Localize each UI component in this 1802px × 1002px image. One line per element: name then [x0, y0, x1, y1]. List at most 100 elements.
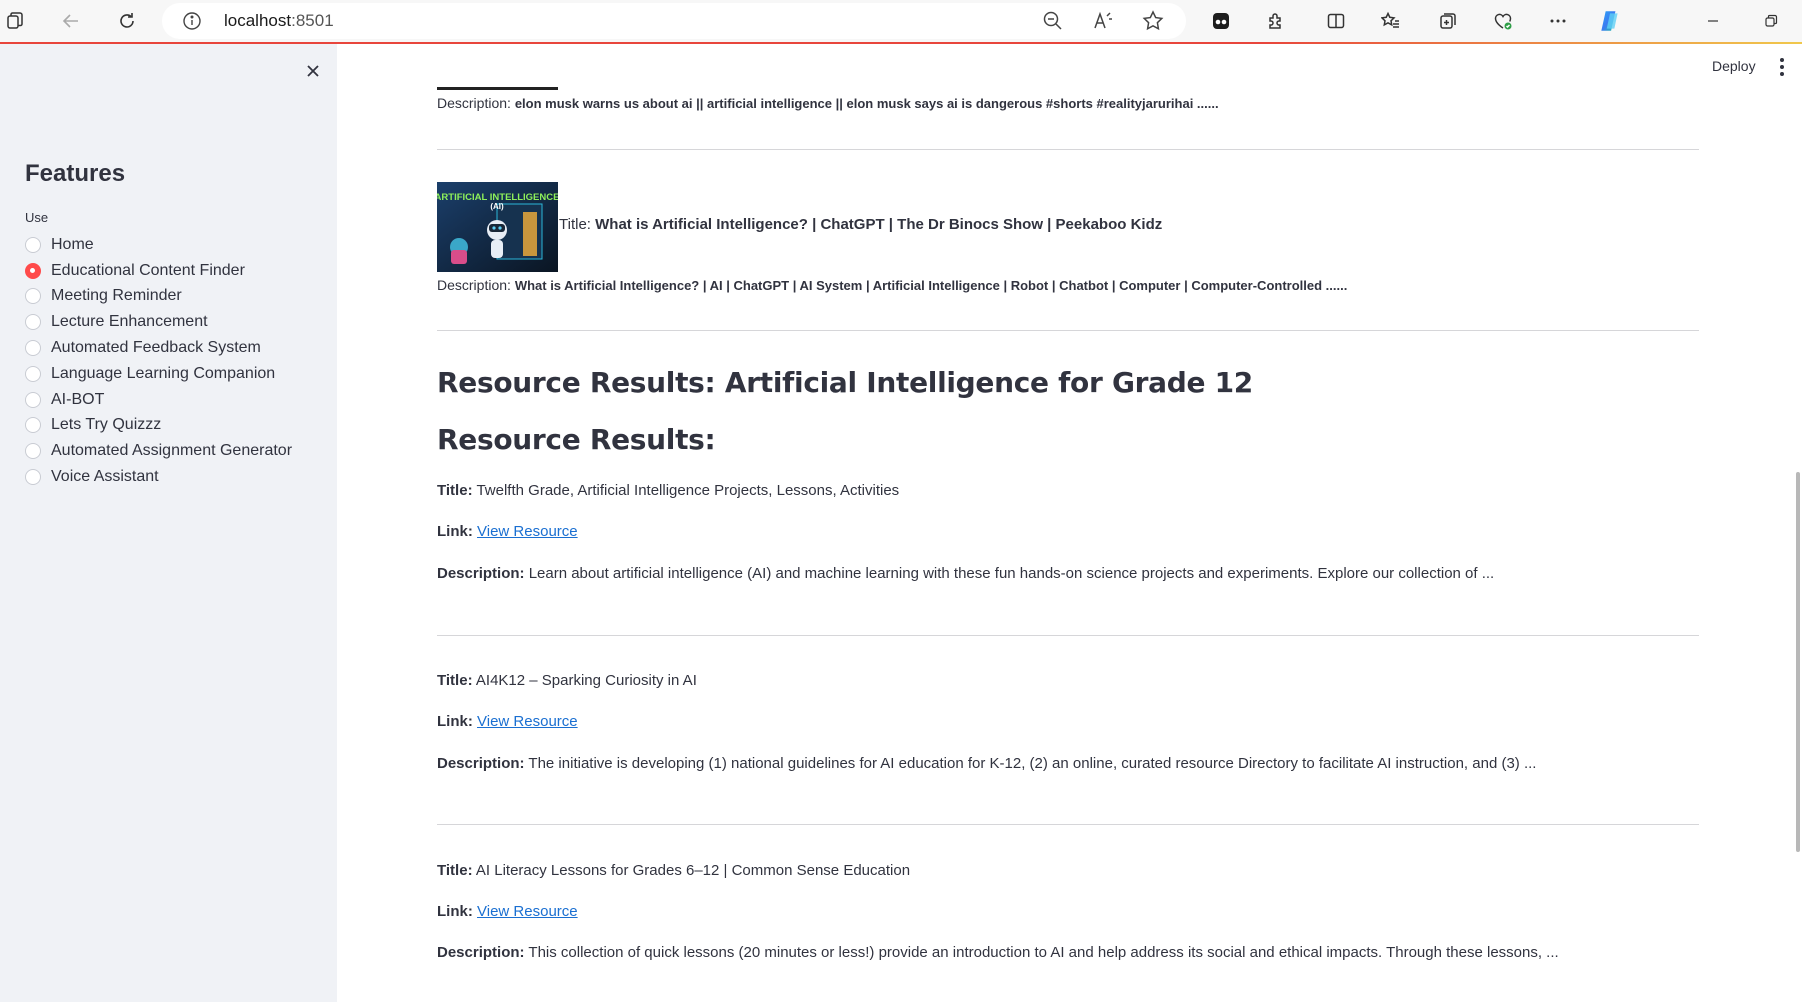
thumbnail-subtitle: (AI) [490, 202, 504, 211]
close-sidebar-icon[interactable] [300, 58, 326, 84]
video-description: Description: What is Artificial Intellig… [437, 277, 1347, 293]
radio-unselected-icon[interactable] [25, 443, 41, 460]
radio-option-lecture-enhancement[interactable]: Lecture Enhancement [25, 309, 292, 335]
radio-option-language-learning-companion[interactable]: Language Learning Companion [25, 361, 292, 387]
browser-essentials-icon[interactable] [1488, 6, 1518, 36]
main-content: Deploy Description: elon musk warns us a… [337, 44, 1802, 1002]
radio-group-label: Use [25, 210, 49, 225]
more-options-icon[interactable] [1543, 6, 1573, 36]
favorite-star-icon[interactable] [1142, 10, 1164, 32]
resource-link: Link: View Resource [437, 903, 578, 920]
resource-description-text: Learn about artificial intelligence (AI)… [528, 565, 1495, 582]
resource-description-text: The initiative is developing (1) nationa… [528, 755, 1537, 772]
radio-option-educational-content-finder[interactable]: Educational Content Finder [25, 258, 292, 284]
restore-icon[interactable] [1758, 8, 1784, 34]
resource-link: Link: View Resource [437, 523, 578, 540]
resource-title: Title: AI Literacy Lessons for Grades 6–… [437, 862, 910, 879]
radio-option-automated-feedback-system[interactable]: Automated Feedback System [25, 335, 292, 361]
radio-unselected-icon[interactable] [25, 288, 41, 305]
video-title[interactable]: Title: What is Artificial Intelligence? … [559, 216, 1162, 233]
extension-app-icon[interactable] [1206, 6, 1236, 36]
divider [437, 824, 1699, 825]
radio-option-label: Automated Assignment Generator [51, 442, 293, 460]
view-resource-link[interactable]: View Resource [477, 903, 578, 920]
description-text: elon musk warns us about ai || artificia… [514, 96, 1219, 111]
divider [437, 330, 1699, 331]
radio-option-home[interactable]: Home [25, 232, 292, 258]
favorites-list-icon[interactable] [1376, 6, 1406, 36]
radio-unselected-icon[interactable] [25, 391, 41, 408]
resource-results-topic-heading: Resource Results: Artificial Intelligenc… [437, 366, 1253, 399]
resource-title-text: AI Literacy Lessons for Grades 6–12 | Co… [475, 862, 911, 879]
description-text: What is Artificial Intelligence? | AI | … [514, 278, 1348, 293]
scrollbar[interactable] [1796, 472, 1800, 852]
refresh-icon[interactable] [112, 6, 142, 36]
resource-description: Description: This collection of quick le… [437, 944, 1559, 961]
description-prefix: Description: [437, 277, 515, 293]
extensions-puzzle-icon[interactable] [1261, 6, 1291, 36]
title-label: Title: [437, 672, 473, 689]
description-prefix: Description: [437, 95, 515, 111]
url-port: :8501 [291, 11, 334, 30]
description-label: Description: [437, 755, 525, 772]
address-bar[interactable]: localhost:8501 [162, 3, 1186, 39]
radio-option-ai-bot[interactable]: AI-BOT [25, 387, 292, 413]
video-thumbnail[interactable]: ARTIFICIAL INTELLIGENCE (AI) [437, 182, 558, 272]
resource-title-text: Twelfth Grade, Artificial Intelligence P… [476, 482, 900, 499]
sidebar: Features Use Home Educational Content Fin… [0, 44, 337, 1002]
radio-option-label: Voice Assistant [51, 468, 159, 486]
radio-option-automated-assignment-generator[interactable]: Automated Assignment Generator [25, 438, 292, 464]
resource-description: Description: The initiative is developin… [437, 755, 1536, 772]
resource-description-text: This collection of quick lessons (20 min… [528, 944, 1559, 961]
browser-toolbar: localhost:8501 [0, 0, 1802, 42]
video-description: Description: elon musk warns us about ai… [437, 95, 1219, 111]
link-label: Link: [437, 713, 473, 730]
title-label: Title: [437, 482, 473, 499]
description-label: Description: [437, 944, 525, 961]
title-label: Title: [437, 862, 473, 879]
radio-unselected-icon[interactable] [25, 236, 41, 253]
link-label: Link: [437, 523, 473, 540]
split-screen-icon[interactable] [1321, 6, 1351, 36]
resource-title: Title: Twelfth Grade, Artificial Intelli… [437, 482, 899, 499]
feature-radio-group: Home Educational Content Finder Meeting Re… [25, 232, 292, 490]
radio-selected-icon[interactable] [25, 262, 41, 279]
radio-unselected-icon[interactable] [25, 417, 41, 434]
radio-option-label: Educational Content Finder [51, 261, 245, 279]
radio-option-label: Lecture Enhancement [51, 313, 208, 331]
deploy-button[interactable]: Deploy [1712, 58, 1756, 74]
back-icon[interactable] [56, 6, 86, 36]
resource-link: Link: View Resource [437, 713, 578, 730]
radio-option-meeting-reminder[interactable]: Meeting Reminder [25, 284, 292, 310]
divider [437, 149, 1699, 150]
sidebar-title: Features [25, 160, 126, 187]
collections-icon[interactable] [1433, 6, 1463, 36]
minimize-icon[interactable] [1700, 8, 1726, 34]
url-text[interactable]: localhost:8501 [224, 11, 334, 31]
zoom-out-icon[interactable] [1042, 10, 1064, 32]
radio-option-lets-try-quizzz[interactable]: Lets Try Quizzz [25, 413, 292, 439]
read-aloud-icon[interactable] [1092, 10, 1114, 32]
radio-unselected-icon[interactable] [25, 365, 41, 382]
main-menu-icon[interactable] [1775, 56, 1789, 78]
resource-title-text: AI4K12 – Sparking Curiosity in AI [475, 672, 697, 689]
view-resource-link[interactable]: View Resource [477, 713, 578, 730]
copilot-icon[interactable] [1594, 6, 1626, 36]
radio-option-voice-assistant[interactable]: Voice Assistant [25, 464, 292, 490]
radio-unselected-icon[interactable] [25, 340, 41, 357]
title-text: What is Artificial Intelligence? | ChatG… [595, 216, 1163, 233]
radio-unselected-icon[interactable] [25, 469, 41, 486]
description-label: Description: [437, 565, 525, 582]
radio-option-label: AI-BOT [51, 390, 105, 408]
resource-title: Title: AI4K12 – Sparking Curiosity in AI [437, 672, 697, 689]
video-thumbnail-edge [437, 87, 558, 90]
url-host: localhost [224, 11, 292, 30]
view-resource-link[interactable]: View Resource [477, 523, 578, 540]
site-info-icon[interactable] [182, 11, 202, 31]
radio-unselected-icon[interactable] [25, 314, 41, 331]
radio-option-label: Automated Feedback System [51, 339, 261, 357]
radio-option-label: Language Learning Companion [51, 364, 276, 382]
workspaces-icon[interactable] [0, 6, 30, 36]
title-prefix: Title: [559, 216, 596, 233]
resource-results-heading: Resource Results: [437, 423, 716, 456]
